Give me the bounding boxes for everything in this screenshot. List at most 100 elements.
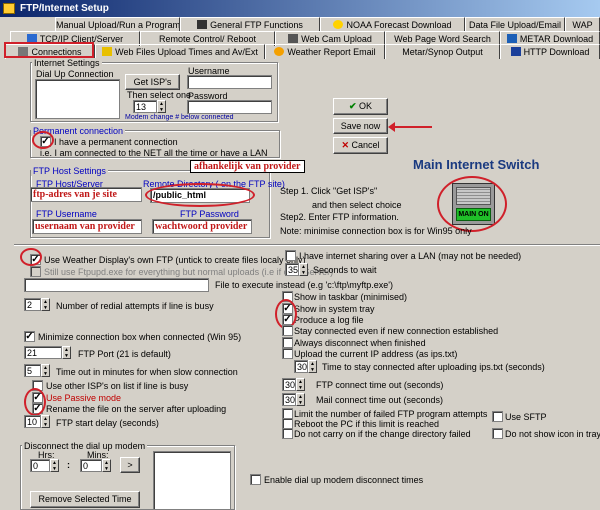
timeout-input[interactable]: 5	[24, 364, 41, 377]
permanent-connection-text: I have a permanent connection	[54, 137, 178, 147]
always-disconnect-checkbox[interactable]	[282, 337, 293, 348]
tab-http-download[interactable]: HTTP Download	[500, 44, 600, 59]
upload-ip-label: Upload the current IP address (as ips.tx…	[294, 349, 458, 359]
ftp-port-input[interactable]: 21	[24, 346, 62, 359]
window-title: FTP/Internet Setup	[20, 3, 109, 14]
start-delay-spinner[interactable]: ▲ ▼	[41, 415, 50, 428]
hrs-input[interactable]: 0	[30, 459, 50, 472]
remove-selected-time-button[interactable]: Remove Selected Time	[30, 491, 140, 508]
tab-label: HTTP Download	[523, 47, 590, 57]
lan-sharing-checkbox[interactable]	[285, 250, 296, 261]
lan-sharing-label: I have internet sharing over a LAN (may …	[299, 251, 522, 261]
ip-delay-input[interactable]: 30	[294, 360, 308, 373]
ftp-password-input[interactable]: wachtwoord provider	[152, 219, 252, 234]
timeout-label: Time out in minutes for when slow connec…	[56, 367, 238, 377]
tab-wap[interactable]: WAP	[565, 17, 600, 32]
no-carry-checkbox[interactable]	[282, 428, 293, 439]
ftp-username-input[interactable]: usernaam van provider	[32, 219, 142, 234]
ftp-port-spinner[interactable]: ▲ ▼	[62, 346, 71, 359]
start-delay-input[interactable]: 10	[24, 415, 41, 428]
upload-ip-checkbox[interactable]	[282, 348, 293, 359]
use-sftp-checkbox[interactable]	[492, 411, 503, 422]
app-icon	[3, 3, 15, 14]
ftp-host-group-label: FTP Host Settings	[31, 166, 108, 176]
ip-delay-label: Time to stay connected after uploading i…	[322, 362, 545, 372]
ftp-host-input[interactable]: ftp-adres van je site	[30, 187, 142, 202]
passive-mode-label: Use Passive mode	[46, 393, 122, 403]
tab-manual-upload[interactable]: Manual Upload/Run a Program	[55, 17, 180, 32]
sun-icon	[333, 20, 344, 29]
tab-noaa-forecast[interactable]: NOAA Forecast Download	[320, 17, 465, 32]
cancel-x-icon: ✕	[341, 140, 349, 150]
annotation-circle-passive	[24, 388, 46, 416]
mail-connect-timeout-input[interactable]: 30	[282, 393, 296, 406]
ok-label: OK	[359, 101, 373, 111]
modem-number-input[interactable]: 13	[133, 100, 157, 113]
cancel-button[interactable]: ✕ Cancel	[333, 137, 388, 154]
file-execute-input[interactable]	[24, 278, 209, 292]
use-sftp-label: Use SFTP	[505, 412, 547, 422]
minimize-checkbox[interactable]: ✓	[24, 331, 35, 342]
mins-input[interactable]: 0	[80, 459, 102, 472]
ok-button[interactable]: ✔ OK	[333, 98, 388, 115]
tab-metar-synop[interactable]: Metar/Synop Output	[385, 44, 500, 59]
redial-input[interactable]: 2	[24, 298, 41, 311]
annotation-arrow-save	[388, 122, 432, 132]
tab-weather-report-email[interactable]: Weather Report Email	[265, 44, 385, 59]
dialup-label: Dial Up Connection	[36, 69, 114, 79]
timeout-spinner[interactable]: ▲ ▼	[41, 364, 50, 377]
mail-connect-timeout-spinner[interactable]: ▲ ▼	[296, 393, 305, 406]
start-delay-label: FTP start delay (seconds)	[56, 418, 159, 428]
tab-general-ftp[interactable]: General FTP Functions	[180, 17, 320, 32]
tab-web-files-upload[interactable]: Web Files Upload Times and Av/Ext	[95, 44, 265, 59]
check-icon: ✔	[348, 101, 357, 111]
wait-seconds-spinner[interactable]: ▲ ▼	[299, 263, 308, 276]
tab-data-file-upload[interactable]: Data File Upload/Email	[465, 17, 565, 32]
modem-note: Modem change # below connected	[125, 114, 234, 121]
still-use-checkbox[interactable]	[30, 266, 41, 277]
then-select-label: Then select one	[127, 90, 192, 100]
ftp-connect-timeout-spinner[interactable]: ▲ ▼	[296, 378, 305, 391]
permanent-connection-note: i.e. I am connected to the NET all the t…	[40, 148, 268, 158]
main-switch-title: Main Internet Switch	[413, 157, 540, 172]
annotation-circle-switch	[437, 176, 507, 232]
get-isps-button[interactable]: Get ISP's	[125, 74, 180, 90]
tab-label: General FTP Functions	[210, 20, 303, 30]
enable-disconnect-label: Enable dial up modem disconnect times	[264, 475, 424, 485]
tab-label: WAP	[572, 20, 593, 30]
mail-connect-timeout-label: Mail connect time out (seconds)	[316, 395, 444, 405]
wait-seconds-label: Seconds to wait	[313, 265, 377, 275]
enable-disconnect-checkbox[interactable]	[250, 474, 261, 485]
save-now-button[interactable]: Save now	[333, 118, 388, 134]
ftp-connect-timeout-input[interactable]: 30	[282, 378, 296, 391]
stay-connected-checkbox[interactable]	[282, 325, 293, 336]
wait-seconds-input[interactable]: 35	[285, 263, 299, 276]
use-own-ftp-label: Use Weather Display's own FTP (untick to…	[44, 255, 306, 265]
mins-spinner[interactable]: ▲ ▼	[102, 459, 111, 472]
tab-label: Web Cam Upload	[301, 34, 372, 44]
tab-label: Data File Upload/Email	[468, 20, 562, 30]
redial-spinner[interactable]: ▲ ▼	[41, 298, 50, 311]
no-tray-icon-checkbox[interactable]	[492, 428, 503, 439]
redial-label: Number of redial attempts if line is bus…	[56, 301, 214, 311]
dialup-list[interactable]	[35, 79, 120, 119]
http-icon	[510, 47, 521, 56]
cancel-label: Cancel	[351, 140, 380, 150]
hrs-spinner[interactable]: ▲ ▼	[50, 459, 59, 472]
title-bar: FTP/Internet Setup	[0, 0, 600, 17]
password-input[interactable]	[187, 100, 272, 114]
step1b-text: and then select choice	[312, 200, 402, 210]
weather-icon	[274, 47, 285, 56]
tab-row-1: Manual Upload/Run a Program General FTP …	[0, 17, 600, 32]
file-execute-label: File to execute instead (e.g 'c:\ftp\myf…	[215, 280, 394, 290]
limit-failed-label: Limit the number of failed FTP program a…	[294, 409, 488, 419]
tab-label: Web Page Word Search	[394, 34, 491, 44]
ip-delay-spinner[interactable]: ▲ ▼	[308, 360, 317, 373]
internet-settings-label: Internet Settings	[32, 58, 102, 68]
modem-spinner[interactable]: ▲ ▼	[157, 100, 166, 113]
add-time-button[interactable]: >	[120, 457, 140, 473]
username-input[interactable]	[187, 75, 272, 89]
ftp-password-label: FTP Password	[180, 209, 239, 219]
disconnect-times-list[interactable]	[153, 451, 231, 510]
tab-label: Weather Report Email	[287, 47, 376, 57]
